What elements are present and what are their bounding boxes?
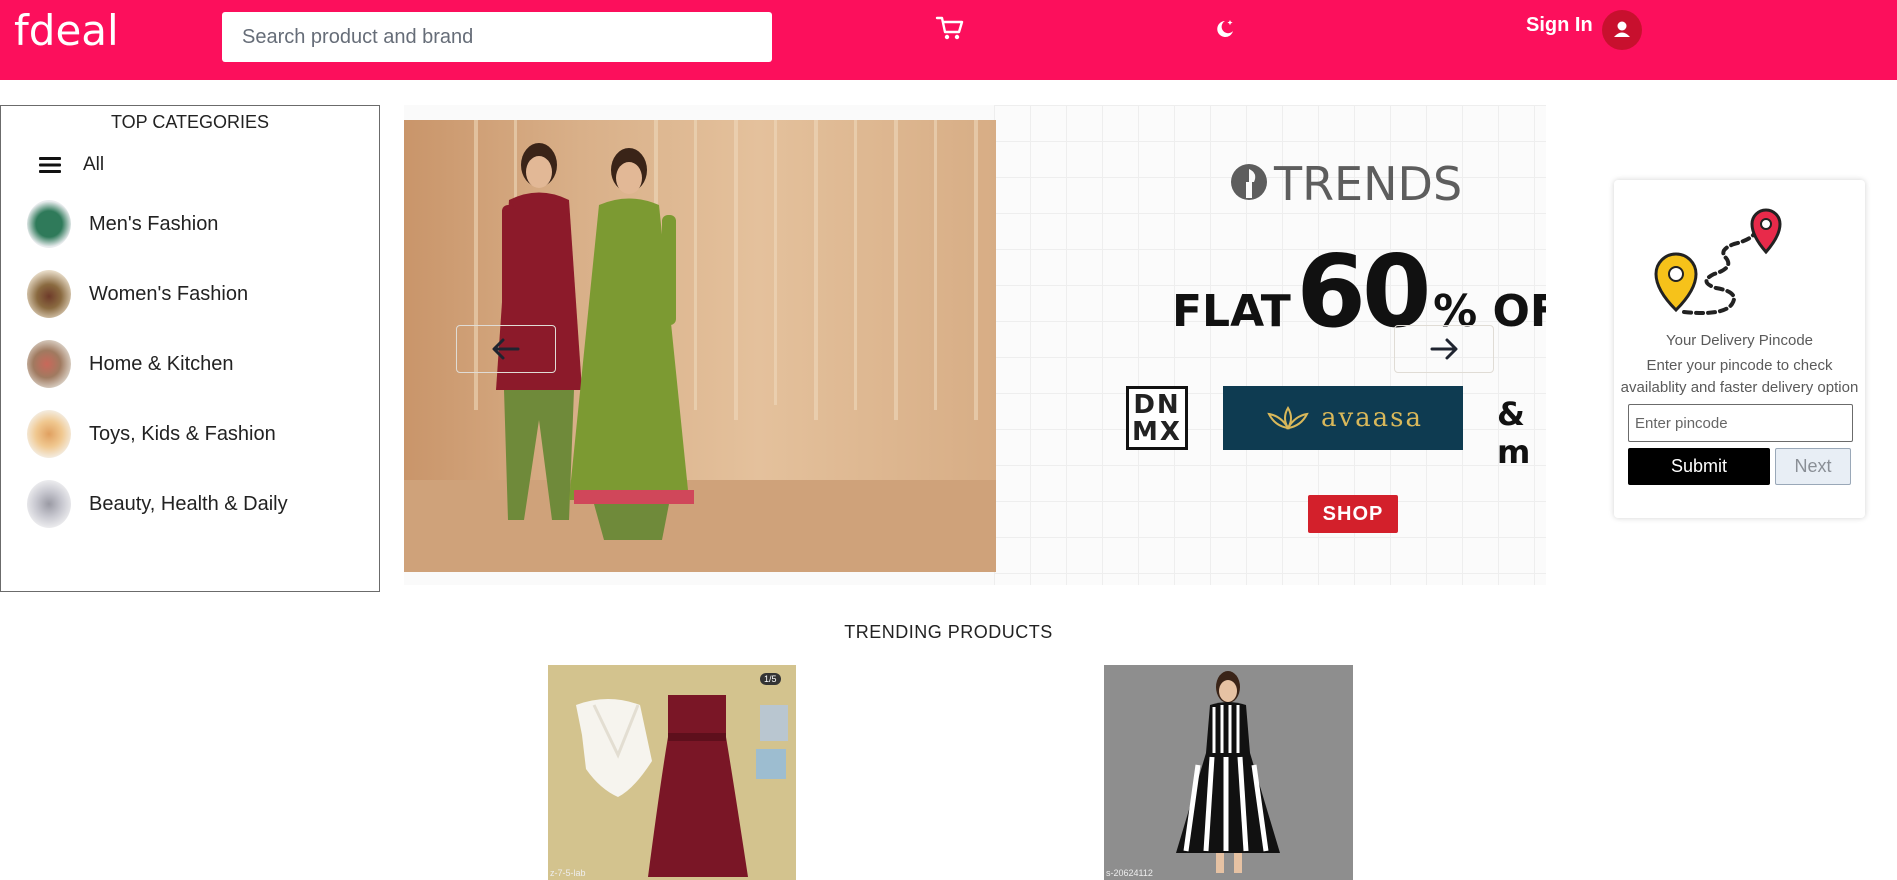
sidebar-item-label: Home & Kitchen <box>89 352 234 375</box>
product-card[interactable]: 1/5 z-7-5-lab <box>548 665 796 880</box>
cart-icon[interactable] <box>935 14 965 42</box>
sidebar-item-womens-fashion[interactable]: Women's Fashion <box>27 268 248 320</box>
pincode-title: Your Delivery Pincode <box>1665 332 1814 349</box>
category-sidebar: TOP CATEGORIES All Men's Fashion Women's… <box>0 105 380 592</box>
sidebar-item-label: Women's Fashion <box>89 282 249 305</box>
product-sku: z-7-5-lab <box>550 868 586 878</box>
lotus-icon <box>1267 406 1309 430</box>
dnmx-line-2: MX <box>1132 417 1182 447</box>
trending-title: TRENDING PRODUCTS <box>844 622 1053 642</box>
sidebar-item-beauty-health-daily[interactable]: Beauty, Health & Daily <box>27 478 288 530</box>
sign-in-link[interactable]: Sign In <box>1526 14 1593 37</box>
trends-brand: TRENDS <box>1274 157 1463 211</box>
shop-button[interactable]: SHOP <box>1308 495 1398 533</box>
user-icon[interactable] <box>1602 10 1642 50</box>
sidebar-item-label: Men's Fashion <box>89 212 219 235</box>
pincode-description: Enter your pincode to check availablity … <box>1620 357 1859 396</box>
offer-flat: FLAT <box>1172 286 1291 337</box>
top-navbar: fdeal Sign In <box>0 0 1897 80</box>
site-logo[interactable]: fdeal <box>14 6 119 55</box>
arrow-right-icon <box>1430 338 1458 360</box>
pincode-input[interactable] <box>1628 404 1853 442</box>
trends-logo-icon <box>1231 164 1267 200</box>
sidebar-item-label: Toys, Kids & Fashion <box>89 422 276 445</box>
pincode-submit-button[interactable]: Submit <box>1628 448 1770 485</box>
sidebar-item-label: Beauty, Health & Daily <box>89 492 288 515</box>
category-thumbnail <box>27 410 71 458</box>
search-input[interactable] <box>222 12 772 62</box>
category-thumbnail <box>27 480 71 528</box>
sidebar-item-toys-kids-fashion[interactable]: Toys, Kids & Fashion <box>27 408 276 460</box>
dnmx-logo: DN MX <box>1126 386 1188 450</box>
sidebar-item-all[interactable]: All <box>39 150 104 180</box>
sidebar-item-label: All <box>83 154 105 175</box>
product-image <box>548 665 796 880</box>
dnmx-line-1: DN <box>1133 390 1181 420</box>
menu-icon <box>39 157 61 173</box>
avaasa-text: avaasa <box>1320 403 1424 433</box>
image-count-badge: 1/5 <box>760 673 781 685</box>
delivery-pincode-card: Your Delivery Pincode Enter your pincode… <box>1614 180 1865 518</box>
category-thumbnail <box>27 200 71 248</box>
product-sku: s-20624112 <box>1106 868 1153 878</box>
product-image <box>1104 665 1353 880</box>
category-thumbnail <box>27 340 71 388</box>
carousel-prev-button[interactable] <box>456 325 556 373</box>
pincode-next-button[interactable]: Next <box>1775 448 1851 485</box>
moon-icon[interactable] <box>1214 18 1236 40</box>
category-thumbnail <box>27 270 71 318</box>
delivery-route-icon <box>1654 208 1782 315</box>
sidebar-item-mens-fashion[interactable]: Men's Fashion <box>27 198 218 250</box>
product-card[interactable]: s-20624112 <box>1104 665 1353 880</box>
sidebar-item-home-kitchen[interactable]: Home & Kitchen <box>27 338 234 390</box>
carousel-next-button[interactable] <box>1394 325 1494 373</box>
arrow-left-icon <box>492 338 520 360</box>
avaasa-logo: avaasa <box>1223 386 1463 450</box>
promo-carousel: TRENDS FLAT 60 % OFF* DN MX avaasa & m S… <box>404 105 1546 585</box>
more-brands-text: & m <box>1497 395 1531 471</box>
sidebar-title: TOP CATEGORIES <box>110 112 270 132</box>
